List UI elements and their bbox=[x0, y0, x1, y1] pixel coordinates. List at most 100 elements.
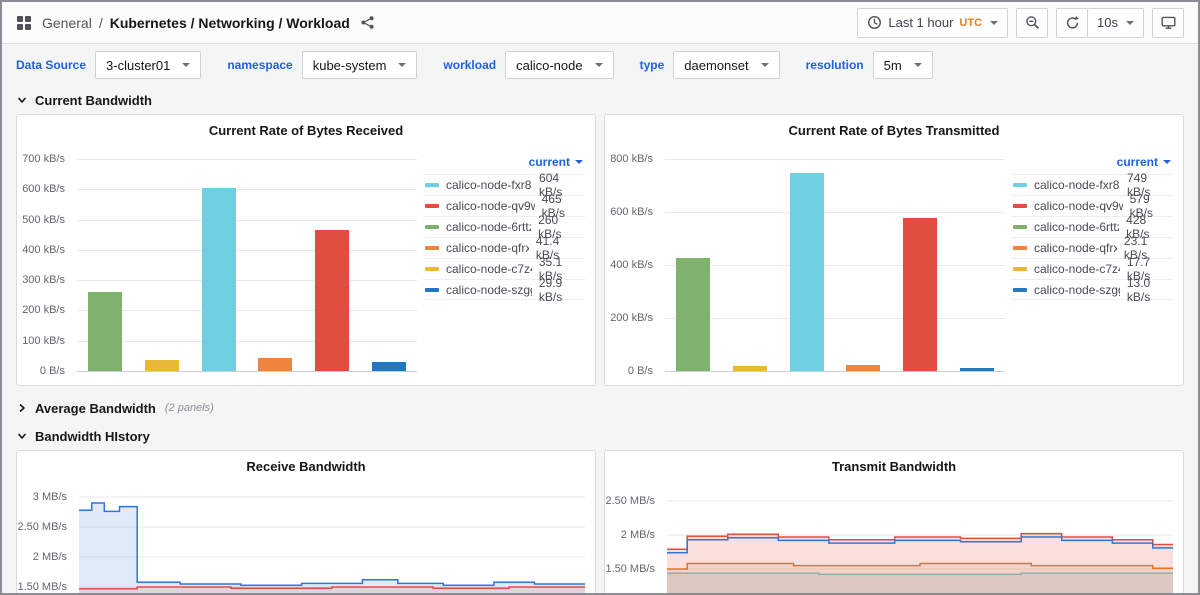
panel-bytes-received: Current Rate of Bytes Received 700 kB/s6… bbox=[16, 114, 596, 386]
row-current-bandwidth[interactable]: Current Bandwidth bbox=[2, 86, 1198, 114]
y-axis-tick-label: 200 kB/s bbox=[610, 312, 653, 324]
refresh-group: 10s bbox=[1056, 8, 1144, 38]
series-color-icon[interactable] bbox=[425, 204, 439, 208]
time-range-picker[interactable]: Last 1 hour UTC bbox=[857, 8, 1008, 38]
refresh-interval-label: 10s bbox=[1097, 15, 1118, 30]
series-color-icon[interactable] bbox=[1013, 288, 1027, 292]
series-color-icon[interactable] bbox=[425, 225, 439, 229]
row-bandwidth-history[interactable]: Bandwidth HIstory bbox=[2, 422, 1198, 450]
y-axis-tick-label: 400 kB/s bbox=[610, 259, 653, 271]
series-value: 29.9 kB/s bbox=[539, 276, 583, 304]
panel-title[interactable]: Receive Bandwidth bbox=[17, 451, 595, 481]
refresh-icon bbox=[1065, 15, 1080, 30]
variable-dropdown[interactable]: daemonset bbox=[673, 51, 779, 79]
breadcrumb-dashboard-title[interactable]: Kubernetes / Networking / Workload bbox=[110, 15, 350, 31]
current-bandwidth-panels: Current Rate of Bytes Received 700 kB/s6… bbox=[2, 114, 1198, 394]
variables-row: Data Source3-cluster01namespacekube-syst… bbox=[2, 44, 1198, 86]
plot-area bbox=[79, 489, 585, 595]
panel-transmit-bandwidth: Transmit Bandwidth 2.50 MB/s2 MB/s1.50 M… bbox=[604, 450, 1184, 595]
dashboards-grid-icon[interactable] bbox=[16, 15, 32, 31]
row-average-bandwidth[interactable]: Average Bandwidth (2 panels) bbox=[2, 394, 1198, 422]
series-color-icon[interactable] bbox=[425, 246, 439, 250]
series-name[interactable]: calico-node-qfrxl bbox=[1034, 241, 1117, 255]
y-axis-tick-label: 1.50 MB/s bbox=[17, 581, 67, 593]
series-color-icon[interactable] bbox=[1013, 267, 1027, 271]
series-name[interactable]: calico-node-szggp bbox=[1034, 283, 1120, 297]
bar-chart-transmitted: 800 kB/s600 kB/s400 kB/s200 kB/s0 B/s bbox=[605, 145, 1011, 385]
series-name[interactable]: calico-node-fxr8s bbox=[1034, 178, 1120, 192]
plot-area bbox=[667, 489, 1173, 595]
tv-mode-button[interactable] bbox=[1152, 8, 1184, 38]
variable-namespace: namespacekube-system bbox=[227, 51, 417, 79]
panel-title[interactable]: Current Rate of Bytes Transmitted bbox=[605, 115, 1183, 145]
clock-icon bbox=[867, 15, 882, 30]
variable-dropdown[interactable]: 3-cluster01 bbox=[95, 51, 201, 79]
variable-dropdown[interactable]: kube-system bbox=[302, 51, 418, 79]
panel-title[interactable]: Transmit Bandwidth bbox=[605, 451, 1183, 481]
series-color-icon[interactable] bbox=[425, 267, 439, 271]
series-name[interactable]: calico-node-fxr8s bbox=[446, 178, 532, 192]
y-axis-tick-label: 1.50 MB/s bbox=[605, 563, 655, 575]
chevron-down-icon bbox=[398, 63, 406, 67]
share-icon[interactable] bbox=[360, 15, 375, 30]
panel-title[interactable]: Current Rate of Bytes Received bbox=[17, 115, 595, 145]
series-name[interactable]: calico-node-szggp bbox=[446, 283, 532, 297]
variable-dropdown[interactable]: 5m bbox=[873, 51, 933, 79]
series-color-icon[interactable] bbox=[425, 288, 439, 292]
bandwidth-history-panels: Receive Bandwidth 3 MB/s2.50 MB/s2 MB/s1… bbox=[2, 450, 1198, 595]
variable-label: type bbox=[640, 58, 665, 72]
series-name[interactable]: calico-node-6rttz bbox=[1034, 220, 1119, 234]
series-color-icon[interactable] bbox=[425, 183, 439, 187]
panel-body: 700 kB/s600 kB/s500 kB/s400 kB/s300 kB/s… bbox=[17, 145, 595, 385]
legend: currentcalico-node-fxr8s604 kB/scalico-n… bbox=[423, 145, 595, 385]
bar-calico-node-c7z49[interactable] bbox=[733, 366, 767, 371]
series-name[interactable]: calico-node-6rttz bbox=[446, 220, 531, 234]
bar-calico-node-6rttz[interactable] bbox=[676, 258, 710, 371]
series-name[interactable]: calico-node-qv9wd bbox=[446, 199, 535, 213]
line-chart-receive: 3 MB/s2.50 MB/s2 MB/s1.50 MB/s bbox=[17, 481, 595, 595]
breadcrumb: General / Kubernetes / Networking / Work… bbox=[42, 15, 350, 31]
bar-calico-node-qv9wd[interactable] bbox=[903, 218, 937, 371]
plot-area bbox=[665, 159, 1005, 371]
bar-calico-node-c7z49[interactable] bbox=[145, 360, 179, 371]
bar-calico-node-fxr8s[interactable] bbox=[790, 173, 824, 371]
series-color-icon[interactable] bbox=[1013, 225, 1027, 229]
chevron-down-icon bbox=[182, 63, 190, 67]
series-name[interactable]: calico-node-qv9wd bbox=[1034, 199, 1123, 213]
series-name[interactable]: calico-node-qfrxl bbox=[446, 241, 529, 255]
y-axis-tick-label: 100 kB/s bbox=[22, 335, 65, 347]
breadcrumb-folder[interactable]: General bbox=[42, 15, 92, 31]
variable-label: workload bbox=[443, 58, 496, 72]
bar-calico-node-qv9wd[interactable] bbox=[315, 230, 349, 371]
y-axis-tick-label: 500 kB/s bbox=[22, 214, 65, 226]
series-color-icon[interactable] bbox=[1013, 204, 1027, 208]
chevron-down-icon bbox=[1126, 21, 1134, 25]
refresh-button[interactable] bbox=[1056, 8, 1088, 38]
variable-type: type daemonset bbox=[640, 51, 780, 79]
chevron-down-icon bbox=[761, 63, 769, 67]
bar-calico-node-6rttz[interactable] bbox=[88, 292, 122, 371]
series-color-icon[interactable] bbox=[1013, 183, 1027, 187]
bar-calico-node-qfrxl[interactable] bbox=[258, 358, 292, 371]
series-color-icon[interactable] bbox=[1013, 246, 1027, 250]
series-name[interactable]: calico-node-c7z49 bbox=[1034, 262, 1120, 276]
bar-calico-node-fxr8s[interactable] bbox=[202, 188, 236, 371]
y-axis: 800 kB/s600 kB/s400 kB/s200 kB/s0 B/s bbox=[605, 159, 659, 371]
bars-group bbox=[77, 159, 417, 371]
y-axis-tick-label: 600 kB/s bbox=[22, 183, 65, 195]
chevron-down-icon bbox=[990, 21, 998, 25]
bar-calico-node-szggp[interactable] bbox=[372, 362, 406, 371]
y-axis-tick-label: 2 MB/s bbox=[33, 551, 67, 563]
chevron-right-icon bbox=[16, 402, 28, 414]
y-axis-tick-label: 2 MB/s bbox=[621, 529, 655, 541]
refresh-interval-dropdown[interactable]: 10s bbox=[1088, 8, 1144, 38]
chevron-down-icon bbox=[16, 430, 28, 442]
variable-dropdown[interactable]: calico-node bbox=[505, 51, 614, 79]
chevron-down-icon bbox=[575, 160, 583, 164]
bar-calico-node-qfrxl[interactable] bbox=[846, 365, 880, 371]
series-name[interactable]: calico-node-c7z49 bbox=[446, 262, 532, 276]
legend-sort-current[interactable]: current bbox=[1117, 155, 1171, 169]
legend-sort-current[interactable]: current bbox=[529, 155, 583, 169]
zoom-out-button[interactable] bbox=[1016, 8, 1048, 38]
bar-calico-node-szggp[interactable] bbox=[960, 368, 994, 371]
